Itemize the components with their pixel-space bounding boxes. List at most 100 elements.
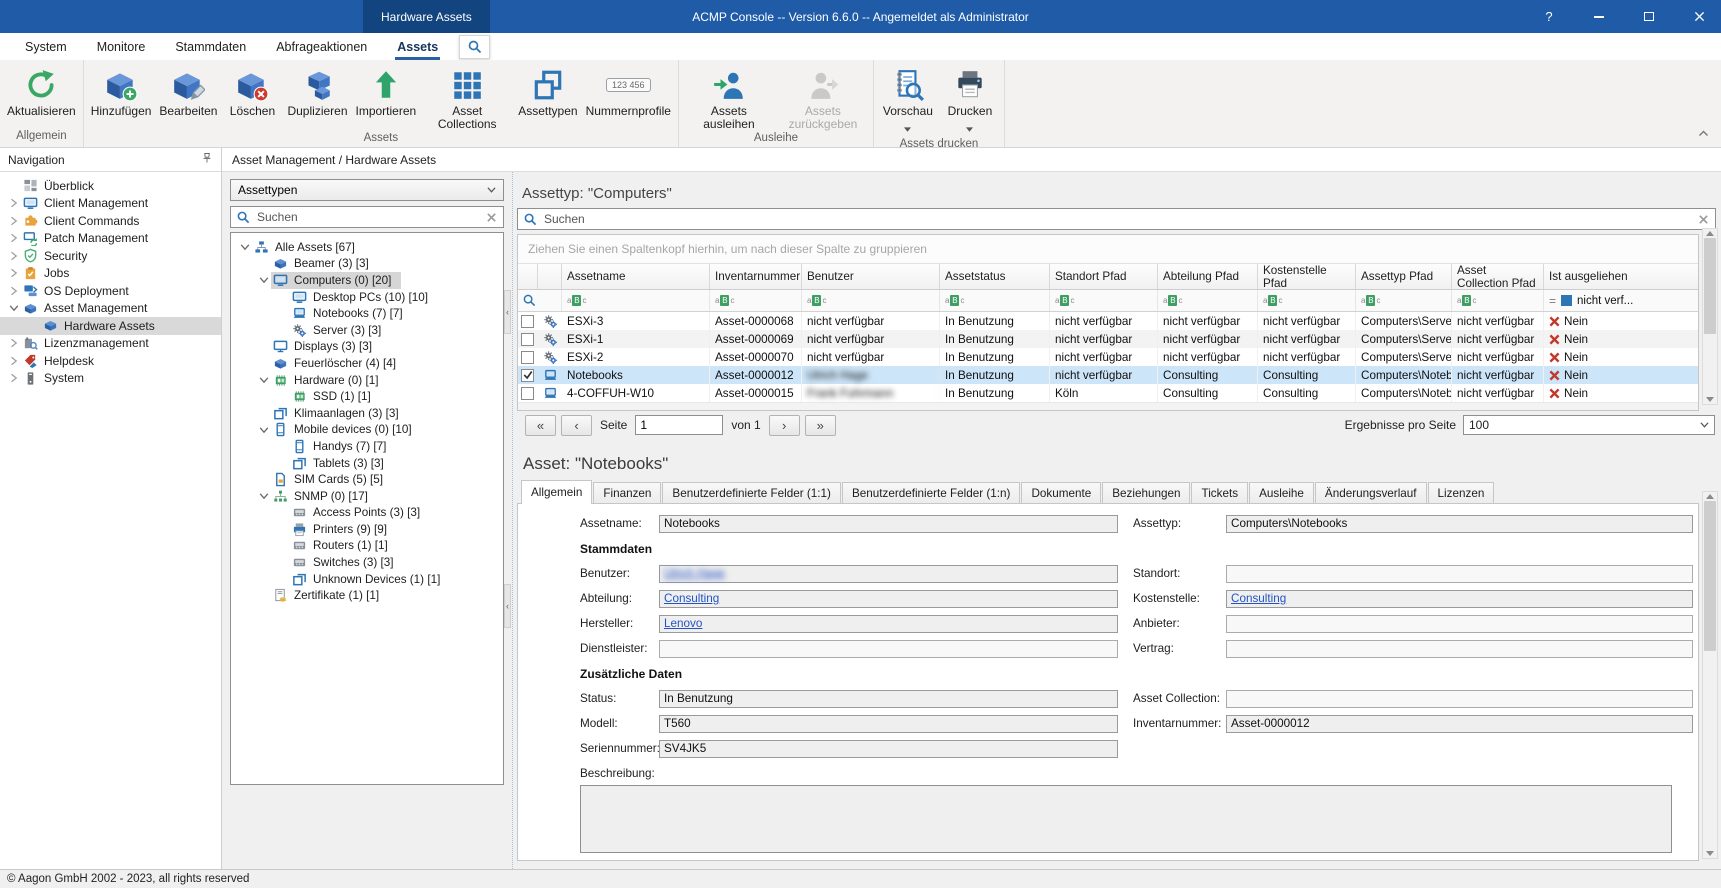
benutzer-field[interactable]: Ulrich Hage (659, 565, 1118, 583)
assetname-field[interactable]: Notebooks (659, 515, 1118, 533)
vorschau-button[interactable]: Vorschau (878, 64, 938, 138)
asset-type-routers-1-1[interactable]: Routers (1) [1] (231, 538, 503, 555)
filter-cell-kostenstelle-pfad[interactable]: aBc (1258, 290, 1356, 311)
filter-cell-ist-ausgeliehen[interactable]: =nicht verf... (1544, 290, 1698, 311)
per-page-select[interactable]: 100 (1463, 415, 1715, 435)
column-header-abteilung-pfad[interactable]: Abteilung Pfad (1158, 264, 1258, 289)
asset-type-switches-3-3[interactable]: Switches (3) [3] (231, 554, 503, 571)
asset-type-ssd-1-1[interactable]: SSD (1) [1] (231, 388, 503, 405)
beschreibung-textarea[interactable] (580, 785, 1672, 853)
asset-type-displays-3-3[interactable]: Displays (3) [3] (231, 339, 503, 356)
kostenstelle-field[interactable]: Consulting (1226, 590, 1693, 608)
equals-filter-icon[interactable]: = (1549, 294, 1556, 308)
chevron-right-icon[interactable] (6, 356, 21, 366)
asset-type-handys-7-7[interactable]: Handys (7) [7] (231, 438, 503, 455)
hinzuf-gen-button[interactable]: Hinzufügen (88, 64, 155, 132)
dienstleister-field[interactable] (659, 640, 1118, 658)
text-filter-icon[interactable]: aBc (1361, 295, 1380, 306)
asset-grid-search-input[interactable] (542, 211, 1693, 227)
ulrich-hage-link[interactable]: Ulrich Hage (664, 567, 725, 580)
aktualisieren-button[interactable]: Aktualisieren (4, 64, 79, 130)
detail-scrollbar[interactable] (1702, 491, 1718, 859)
hersteller-field[interactable]: Lenovo (659, 615, 1118, 633)
close-button[interactable] (1691, 9, 1707, 25)
tab-dokumente[interactable]: Dokumente (1021, 482, 1101, 503)
chevron-right-icon[interactable] (6, 198, 21, 208)
tab-benutzerdefinierte-felder-1-1[interactable]: Benutzerdefinierte Felder (1:1) (662, 482, 841, 503)
asset-type-search[interactable] (230, 206, 504, 228)
sidebar-item-patch-management[interactable]: Patch Management (0, 230, 221, 248)
filter-cell-assetname[interactable]: aBc (562, 290, 710, 311)
scroll-down-icon[interactable] (1706, 851, 1714, 856)
asset-type-printers-9-9[interactable]: Printers (9) [9] (231, 521, 503, 538)
asset-type-search-input[interactable] (255, 209, 481, 225)
menu-item-abfrageaktionen[interactable]: Abfrageaktionen (261, 33, 382, 60)
filter-cell-inventarnummer[interactable]: aBc (710, 290, 802, 311)
sidebar-item-client-management[interactable]: Client Management (0, 195, 221, 213)
chevron-right-icon[interactable] (6, 233, 21, 243)
clear-icon[interactable] (486, 212, 497, 223)
page-number-input[interactable] (635, 415, 723, 435)
text-filter-icon[interactable]: aBc (567, 295, 586, 306)
asset-type-sim-cards-5-5[interactable]: SIM Cards (5) [5] (231, 471, 503, 488)
chevron-down-icon[interactable] (237, 243, 252, 251)
asset-type-snmp-0-17[interactable]: SNMP (0) [17] (231, 488, 503, 505)
modell-field[interactable]: T560 (659, 715, 1118, 733)
drucken-button[interactable]: Drucken (940, 64, 1000, 138)
column-header-benutzer[interactable]: Benutzer (802, 264, 940, 289)
asset-type-beamer-3-3[interactable]: Beamer (3) [3] (231, 256, 503, 273)
checkbox-checked[interactable] (521, 369, 534, 382)
tab-benutzerdefinierte-felder-1-n[interactable]: Benutzerdefinierte Felder (1:n) (842, 482, 1021, 503)
anbieter-field[interactable] (1226, 615, 1693, 633)
menu-search-button[interactable] (459, 35, 490, 59)
chevron-right-icon[interactable] (6, 286, 21, 296)
sidebar-item-security[interactable]: Security (0, 247, 221, 265)
sidebar-item-asset-management[interactable]: Asset Management (0, 300, 221, 318)
table-row-4-coffuh-w10[interactable]: 4-COFFUH-W10Asset-0000015Frank FuhrmannI… (518, 384, 1698, 402)
sidebar-item-hardware-assets[interactable]: Hardware Assets (0, 317, 221, 335)
column-header-kostenstelle-pfad[interactable]: Kostenstelle Pfad (1258, 264, 1356, 289)
asset-type-mobile-devices-0-10[interactable]: Mobile devices (0) [10] (231, 422, 503, 439)
column-header-assetname[interactable]: Assetname (562, 264, 710, 289)
duplizieren-button[interactable]: Duplizieren (284, 64, 350, 132)
minimize-button[interactable] (1591, 9, 1607, 25)
column-header-ist-ausgeliehen[interactable]: Ist ausgeliehen (1544, 264, 1698, 289)
tab-tickets[interactable]: Tickets (1191, 482, 1248, 503)
abteilung-field[interactable]: Consulting (659, 590, 1118, 608)
maximize-button[interactable] (1641, 9, 1657, 25)
text-filter-icon[interactable]: aBc (1457, 295, 1476, 306)
text-filter-icon[interactable]: aBc (945, 295, 964, 306)
tab-allgemein[interactable]: Allgemein (521, 480, 592, 504)
chevron-down-icon[interactable] (256, 426, 271, 434)
seriennummer-field[interactable]: SV4JK5 (659, 740, 1118, 758)
asset-grid-search[interactable] (517, 208, 1716, 230)
text-filter-icon[interactable]: aBc (1263, 295, 1282, 306)
help-button[interactable]: ? (1541, 9, 1557, 25)
nummernprofile-button[interactable]: 123 456Nummernprofile (583, 64, 674, 132)
column-header-inventarnummer[interactable]: Inventarnummer (710, 264, 802, 289)
assettypen-dropdown[interactable]: Assettypen (230, 179, 504, 201)
sidebar-item-os-deployment[interactable]: OS Deployment (0, 282, 221, 300)
splitter-collapse-handle[interactable]: ‹ (504, 584, 511, 628)
chevron-right-icon[interactable] (6, 338, 21, 348)
text-filter-icon[interactable]: aBc (715, 295, 734, 306)
filter-cell-assetstatus[interactable]: aBc (940, 290, 1050, 311)
column-header-asset-collection-pfad[interactable]: Asset Collection Pfad (1452, 264, 1544, 289)
filter-cell-abteilung-pfad[interactable]: aBc (1158, 290, 1258, 311)
asset-type-hardware-0-1[interactable]: Hardware (0) [1] (231, 372, 503, 389)
asset-type-tablets-3-3[interactable]: Tablets (3) [3] (231, 455, 503, 472)
standort-field[interactable] (1226, 565, 1693, 583)
l-schen-button[interactable]: Löschen (222, 64, 282, 132)
last-page-button[interactable]: » (805, 415, 836, 436)
clear-icon[interactable] (1698, 214, 1709, 225)
chevron-down-icon[interactable] (256, 492, 271, 500)
vertrag-field[interactable] (1226, 640, 1693, 658)
asset-type-zertifikate-1-1[interactable]: Zertifikate (1) [1] (231, 587, 503, 604)
importieren-button[interactable]: Importieren (353, 64, 420, 132)
column-header-standort-pfad[interactable]: Standort Pfad (1050, 264, 1158, 289)
asset-type-alle-assets-67[interactable]: Alle Assets [67] (231, 239, 503, 256)
asset-type-server-3-3[interactable]: Server (3) [3] (231, 322, 503, 339)
next-page-button[interactable]: › (769, 415, 800, 436)
filter-cell-assettyp-pfad[interactable]: aBc (1356, 290, 1452, 311)
sidebar-item-client-commands[interactable]: Client Commands (0, 212, 221, 230)
